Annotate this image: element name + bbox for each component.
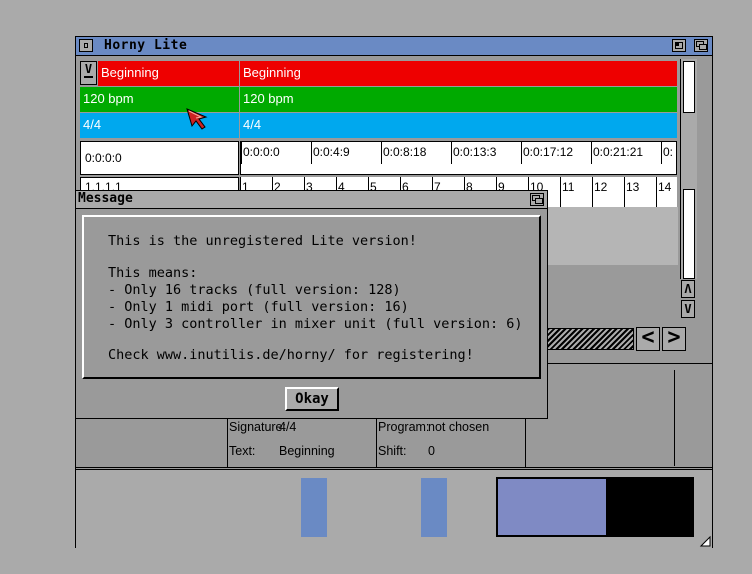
message-line: This is the unregistered Lite version! — [108, 233, 417, 249]
bar-tick: 13 — [624, 177, 639, 207]
dialog-title: Message — [78, 191, 133, 206]
depth-gadget-icon[interactable] — [694, 39, 708, 52]
text-label: Text: — [229, 444, 256, 458]
time-tick: 0:0:0:0 — [241, 142, 280, 164]
okay-button[interactable]: Okay — [285, 387, 339, 411]
scroll-left-icon[interactable]: < — [636, 327, 660, 351]
close-gadget-icon[interactable] — [79, 39, 93, 52]
time-position-field[interactable]: 0:0:0:0 — [80, 141, 239, 175]
scroll-right-icon[interactable]: > — [662, 327, 686, 351]
marker-track[interactable]: Beginning — [240, 61, 677, 86]
shift-value[interactable]: 0 — [428, 444, 435, 458]
message-dialog: Message This is the unregistered Lite ve… — [75, 190, 548, 419]
signature-cell-left[interactable]: 4/4 — [80, 113, 239, 138]
bar-position-field[interactable]: 1.1.1.1 — [80, 177, 239, 191]
window-title: Horny Lite — [104, 38, 188, 53]
level-meter — [496, 477, 694, 537]
marker-cell-left[interactable]: Beginning — [98, 61, 239, 86]
zoom-gadget-icon[interactable] — [672, 39, 686, 52]
dialog-titlebar[interactable]: Message — [76, 191, 547, 209]
mixer-panel — [76, 469, 712, 548]
message-line: Check www.inutilis.de/horny/ for registe… — [108, 347, 474, 363]
shift-label: Shift: — [378, 444, 407, 458]
dropdown-button[interactable]: V — [80, 61, 97, 85]
signature-track[interactable]: 4/4 — [240, 113, 677, 138]
message-line: - Only 16 tracks (full version: 128) — [108, 282, 401, 298]
tempo-cell-left[interactable]: 120 bpm — [80, 87, 239, 112]
program-value[interactable]: not chosen — [428, 420, 489, 434]
bar-tick: 12 — [592, 177, 607, 207]
bar-tick: 11 — [560, 177, 574, 207]
scroll-down-icon[interactable]: V — [681, 300, 695, 318]
horizontal-scrollbar[interactable] — [546, 328, 634, 350]
mouse-pointer-icon — [186, 108, 210, 136]
message-line: - Only 1 midi port (full version: 16) — [108, 299, 409, 315]
message-line: - Only 3 controller in mixer unit (full … — [108, 316, 523, 332]
window-titlebar[interactable]: Horny Lite — [76, 37, 712, 56]
message-line: This means: — [108, 265, 198, 281]
time-tick: 0:0:21:21 — [591, 142, 643, 164]
signature-label: Signature: — [229, 420, 286, 434]
scroll-up-icon[interactable]: Λ — [681, 280, 695, 298]
chevron-down-icon: V — [84, 62, 93, 76]
scroll-thumb-tracks[interactable] — [683, 189, 695, 279]
message-box: This is the unregistered Lite version! T… — [82, 215, 541, 379]
time-tick: 0:0:13:3 — [451, 142, 496, 164]
resize-gadget-icon[interactable] — [698, 533, 712, 547]
fader-1[interactable] — [301, 478, 327, 537]
text-value[interactable]: Beginning — [279, 444, 335, 458]
level-meter-fill — [498, 479, 606, 535]
time-ruler[interactable]: 0:0:0:0 0:0:4:9 0:0:8:18 0:0:13:3 0:0:17:12 0… — [240, 141, 677, 175]
time-tick: 0:0:8:18 — [381, 142, 426, 164]
fader-2[interactable] — [421, 478, 447, 537]
time-tick: 0:0:4:9 — [311, 142, 350, 164]
program-label: Program: — [378, 420, 430, 434]
scroll-thumb-top[interactable] — [683, 61, 695, 113]
time-tick: 0:0:17:12 — [521, 142, 573, 164]
depth-gadget-icon[interactable] — [530, 193, 544, 206]
time-tick: 0: — [661, 142, 673, 164]
bar-tick: 14 — [656, 177, 671, 207]
vertical-scrollbar[interactable] — [680, 59, 697, 279]
signature-value: 4/4 — [279, 420, 297, 434]
tempo-track[interactable]: 120 bpm — [240, 87, 677, 112]
track-area[interactable] — [546, 207, 678, 265]
